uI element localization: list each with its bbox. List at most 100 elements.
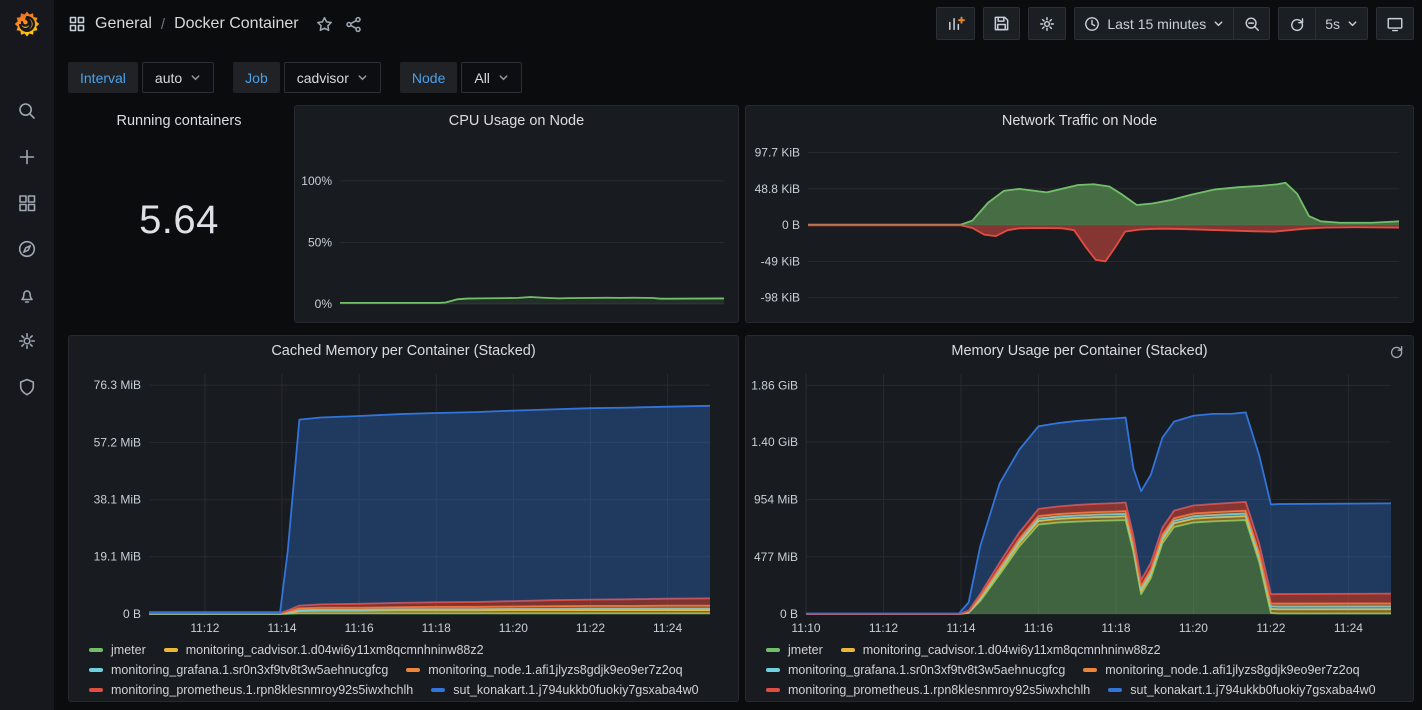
legend-swatch — [1083, 668, 1097, 672]
legend-item[interactable]: monitoring_cadvisor.1.d04wi6y11xm8qcmnhn… — [841, 641, 1161, 659]
save-dashboard-button[interactable] — [983, 7, 1020, 40]
svg-text:0 B: 0 B — [782, 218, 800, 232]
legend-item[interactable]: sut_konakart.1.j794ukkb0fuokiy7gsxaba4w0 — [1108, 681, 1375, 699]
legend-item[interactable]: monitoring_grafana.1.sr0n3xf9tv8t3w5aehn… — [89, 661, 388, 679]
legend-label: monitoring_cadvisor.1.d04wi6y11xm8qcmnhn… — [186, 643, 484, 657]
legend-swatch — [766, 688, 780, 692]
svg-text:57.2 MiB: 57.2 MiB — [94, 435, 141, 449]
svg-text:954 MiB: 954 MiB — [754, 493, 798, 507]
svg-text:11:16: 11:16 — [1024, 621, 1053, 635]
legend-item[interactable]: monitoring_cadvisor.1.d04wi6y11xm8qcmnhn… — [164, 641, 484, 659]
svg-text:11:14: 11:14 — [267, 621, 296, 635]
svg-text:50%: 50% — [308, 235, 332, 249]
svg-text:97.7 KiB: 97.7 KiB — [755, 146, 800, 160]
explore-compass-icon[interactable] — [16, 238, 38, 260]
svg-text:11:24: 11:24 — [1334, 621, 1363, 635]
add-panel-button[interactable] — [936, 7, 975, 40]
legend-item[interactable]: monitoring_node.1.afi1jlyzs8gdjk9eo9er7z… — [406, 661, 682, 679]
grafana-logo[interactable] — [13, 10, 41, 38]
svg-text:11:14: 11:14 — [946, 621, 975, 635]
svg-text:0%: 0% — [315, 297, 333, 311]
breadcrumb-title[interactable]: Docker Container — [174, 15, 299, 33]
legend-label: sut_konakart.1.j794ukkb0fuokiy7gsxaba4w0 — [1130, 683, 1375, 697]
panel-title[interactable]: Running containers — [117, 113, 242, 129]
legend-item[interactable]: monitoring_prometheus.1.rpn8klesnmroy92s… — [89, 681, 413, 699]
refresh-interval-picker[interactable]: 5s — [1315, 7, 1368, 40]
refresh-dashboard-button[interactable] — [1278, 7, 1315, 40]
legend-item[interactable]: monitoring_node.1.afi1jlyzs8gdjk9eo9er7z… — [1083, 661, 1359, 679]
variable-interval-label[interactable]: Interval — [68, 62, 138, 93]
variable-node-value[interactable]: All — [461, 62, 522, 93]
svg-text:48.8 KiB: 48.8 KiB — [755, 182, 800, 196]
svg-text:38.1 MiB: 38.1 MiB — [94, 493, 141, 507]
clock-icon — [1084, 16, 1100, 32]
zoom-out-time-button[interactable] — [1233, 7, 1270, 40]
kiosk-mode-button[interactable] — [1376, 7, 1414, 40]
dashboards-icon[interactable] — [16, 192, 38, 214]
legend-swatch — [89, 648, 103, 652]
panel-running-containers: Running containers 5.64 — [68, 105, 290, 323]
svg-text:1.40 GiB: 1.40 GiB — [751, 435, 798, 449]
svg-text:-49 KiB: -49 KiB — [761, 254, 800, 268]
panel-title[interactable]: Cached Memory per Container (Stacked) — [271, 343, 535, 359]
variable-node-label[interactable]: Node — [400, 62, 457, 93]
chevron-down-icon — [357, 72, 368, 83]
legend-item[interactable]: monitoring_prometheus.1.rpn8klesnmroy92s… — [766, 681, 1090, 699]
legend-item[interactable]: sut_konakart.1.j794ukkb0fuokiy7gsxaba4w0 — [431, 681, 698, 699]
legend-item[interactable]: jmeter — [89, 641, 146, 659]
svg-text:0 B: 0 B — [123, 607, 141, 621]
breadcrumb-section[interactable]: General — [95, 15, 152, 33]
svg-text:11:18: 11:18 — [1101, 621, 1130, 635]
chevron-down-icon — [190, 72, 201, 83]
legend-swatch — [164, 648, 178, 652]
variables-bar: Interval auto Job cadvisor Node All — [68, 62, 522, 93]
variable-interval-value[interactable]: auto — [142, 62, 214, 93]
chevron-down-icon — [1213, 18, 1224, 29]
time-range-picker[interactable]: Last 15 minutes — [1074, 7, 1233, 40]
svg-text:11:10: 11:10 — [791, 621, 820, 635]
memory-usage-chart[interactable]: 1.86 GiB1.40 GiB954 MiB477 MiB0 B11:1011… — [746, 366, 1413, 639]
panel-title[interactable]: Memory Usage per Container (Stacked) — [951, 343, 1207, 359]
running-containers-value: 5.64 — [69, 198, 289, 243]
legend-label: monitoring_grafana.1.sr0n3xf9tv8t3w5aehn… — [788, 663, 1065, 677]
dashboard-settings-button[interactable] — [1028, 7, 1066, 40]
svg-text:11:22: 11:22 — [576, 621, 605, 635]
legend-swatch — [766, 668, 780, 672]
cached-memory-legend: jmeter monitoring_cadvisor.1.d04wi6y11xm8… — [69, 639, 738, 701]
cached-memory-chart[interactable]: 76.3 MiB57.2 MiB38.1 MiB19.1 MiB0 B11:12… — [69, 366, 738, 639]
chevron-down-icon — [498, 72, 509, 83]
svg-text:477 MiB: 477 MiB — [754, 550, 798, 564]
panel-title[interactable]: CPU Usage on Node — [449, 113, 584, 129]
legend-item[interactable]: jmeter — [766, 641, 823, 659]
svg-text:11:22: 11:22 — [1256, 621, 1285, 635]
add-icon[interactable] — [16, 146, 38, 168]
cpu-usage-chart[interactable]: 100%50%0% — [295, 136, 738, 316]
legend-swatch — [1108, 688, 1122, 692]
legend-label: monitoring_node.1.afi1jlyzs8gdjk9eo9er7z… — [1105, 663, 1359, 677]
legend-swatch — [766, 648, 780, 652]
dashboard-header: General / Docker Container Last 15 minut… — [54, 0, 1422, 48]
svg-text:1.86 GiB: 1.86 GiB — [751, 378, 798, 392]
panel-network-traffic: Network Traffic on Node 97.7 KiB 48.8 KiB… — [745, 105, 1414, 323]
legend-item[interactable]: monitoring_grafana.1.sr0n3xf9tv8t3w5aehn… — [766, 661, 1065, 679]
memory-usage-legend: jmeter monitoring_cadvisor.1.d04wi6y11xm8… — [746, 639, 1413, 701]
variable-job-label[interactable]: Job — [233, 62, 280, 93]
panel-refresh-icon[interactable] — [1389, 344, 1404, 364]
alerting-bell-icon[interactable] — [16, 284, 38, 306]
legend-label: monitoring_grafana.1.sr0n3xf9tv8t3w5aehn… — [111, 663, 388, 677]
legend-swatch — [841, 648, 855, 652]
star-icon[interactable] — [316, 16, 333, 33]
svg-text:11:12: 11:12 — [190, 621, 219, 635]
panel-cached-memory: Cached Memory per Container (Stacked) 76… — [68, 335, 739, 702]
share-icon[interactable] — [345, 16, 362, 33]
svg-text:-98 KiB: -98 KiB — [761, 291, 800, 305]
admin-shield-icon[interactable] — [16, 376, 38, 398]
configuration-gear-icon[interactable] — [16, 330, 38, 352]
network-traffic-chart[interactable]: 97.7 KiB 48.8 KiB 0 B -49 KiB -98 KiB — [746, 136, 1413, 316]
refresh-interval-label: 5s — [1325, 16, 1340, 32]
panel-title[interactable]: Network Traffic on Node — [1002, 113, 1157, 129]
chevron-down-icon — [1347, 18, 1358, 29]
search-icon[interactable] — [16, 100, 38, 122]
svg-text:11:24: 11:24 — [653, 621, 682, 635]
variable-job-value[interactable]: cadvisor — [284, 62, 381, 93]
